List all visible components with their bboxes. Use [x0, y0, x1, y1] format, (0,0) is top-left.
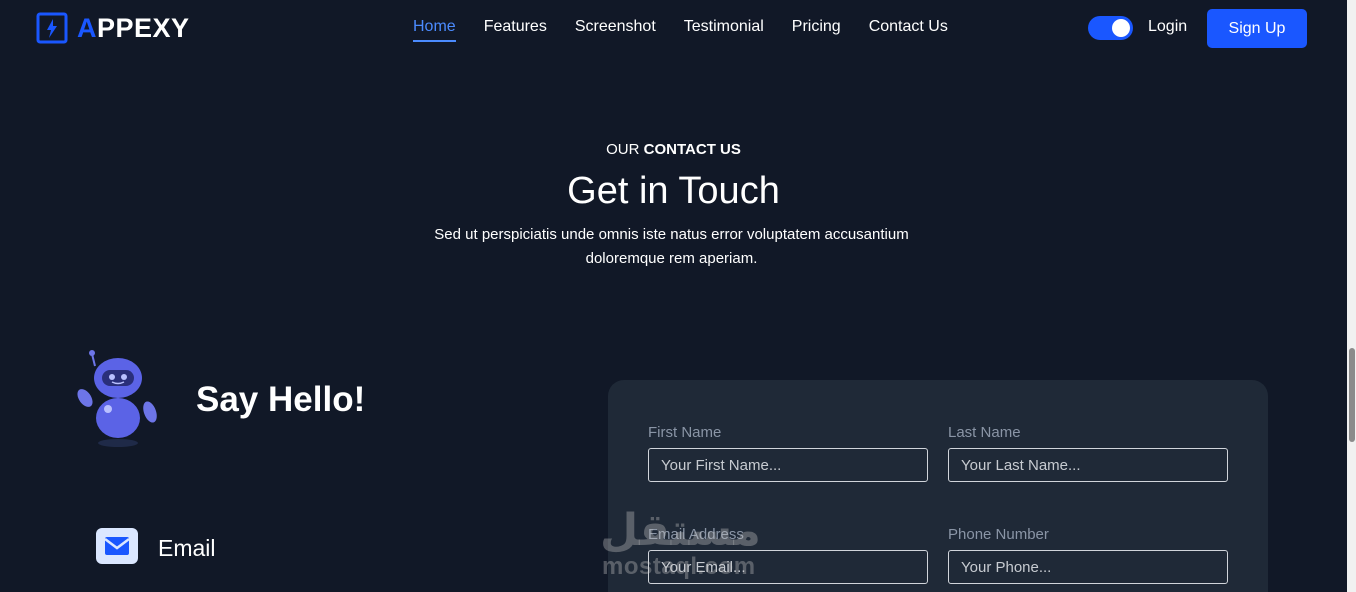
logo-text: APPEXY	[77, 12, 190, 43]
phone-input[interactable]	[948, 550, 1228, 584]
nav-testimonial[interactable]: Testimonial	[684, 18, 764, 42]
nav-features[interactable]: Features	[484, 18, 547, 42]
last-name-input[interactable]	[948, 448, 1228, 482]
nav-home[interactable]: Home	[413, 18, 456, 42]
signup-button[interactable]: Sign Up	[1207, 9, 1307, 48]
contact-form: First Name Last Name Email Address Phone…	[608, 380, 1268, 592]
logo-icon	[36, 12, 68, 44]
last-name-label: Last Name	[948, 424, 1021, 441]
toggle-knob	[1112, 19, 1130, 37]
section-eyebrow: OUR CONTACT US	[0, 141, 1347, 158]
first-name-input[interactable]	[648, 448, 928, 482]
eyebrow-prefix: OUR	[606, 141, 644, 158]
navbar: APPEXY Home Features Screenshot Testimon…	[0, 0, 1347, 58]
say-hello-heading: Say Hello!	[196, 380, 366, 419]
email-input[interactable]	[648, 550, 928, 584]
nav-contact-us[interactable]: Contact Us	[869, 18, 948, 42]
main-nav: Home Features Screenshot Testimonial Pri…	[413, 18, 976, 42]
section-description: Sed ut perspiciatis unde omnis iste natu…	[434, 226, 909, 267]
nav-pricing[interactable]: Pricing	[792, 18, 841, 42]
logo[interactable]: APPEXY	[36, 12, 190, 44]
robot-icon	[77, 350, 157, 447]
first-name-label: First Name	[648, 424, 722, 441]
page-scrollbar-thumb[interactable]	[1349, 348, 1355, 442]
login-link[interactable]: Login	[1148, 18, 1187, 36]
phone-number-label: Phone Number	[948, 526, 1049, 543]
nav-screenshot[interactable]: Screenshot	[575, 18, 656, 42]
eyebrow-bold: CONTACT US	[643, 141, 741, 158]
section-title: Get in Touch	[567, 170, 780, 212]
email-heading: Email	[158, 535, 216, 561]
theme-toggle[interactable]	[1088, 16, 1133, 40]
page-scrollbar-track[interactable]	[1347, 0, 1356, 592]
email-icon	[96, 528, 138, 564]
email-address-label: Email Address	[648, 526, 744, 543]
